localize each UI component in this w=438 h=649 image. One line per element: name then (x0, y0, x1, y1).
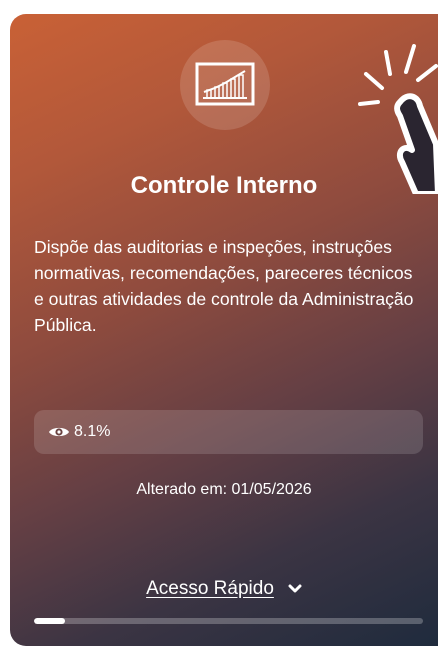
views-pill: 8.1% (34, 410, 423, 454)
views-value: 8.1% (74, 423, 111, 440)
chevron-down-icon[interactable] (288, 584, 302, 594)
progress-bar (34, 618, 423, 624)
quick-access-link[interactable]: Acesso Rápido (146, 578, 274, 600)
service-icon-badge (180, 40, 270, 130)
altered-date: Alterado em: 01/05/2026 (136, 481, 312, 498)
eye-icon (49, 427, 69, 437)
quick-access[interactable]: Acesso Rápido (10, 578, 438, 600)
progress-fill (34, 618, 66, 624)
growth-chart-icon (195, 62, 255, 106)
card-description: Dispõe das auditorias e inspeções, instr… (34, 237, 414, 335)
card-title: Controle Interno (130, 172, 318, 199)
service-card[interactable]: Controle Interno Dispõe das auditorias e… (10, 14, 438, 646)
